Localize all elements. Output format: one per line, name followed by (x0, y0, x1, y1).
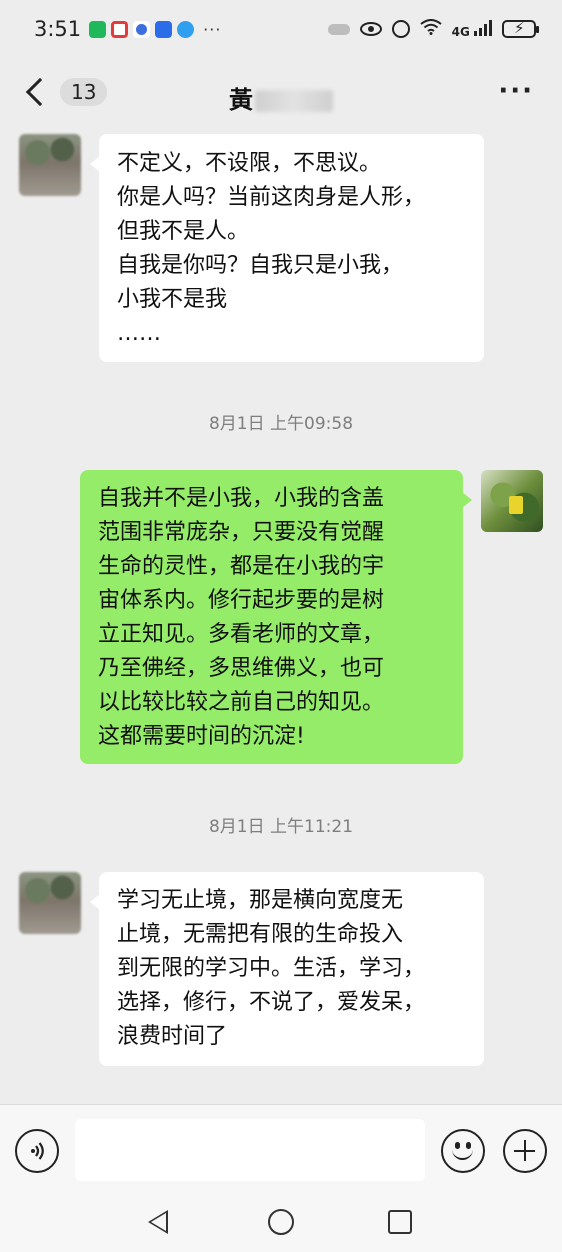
alarm-icon (391, 20, 410, 38)
my-avatar[interactable] (481, 470, 543, 532)
message-line: 立正知见。多看老师的文章， (98, 622, 385, 647)
more-notifications-icon: ··· (203, 19, 222, 39)
notification-icons: ··· (89, 20, 221, 39)
wechat-notification-icon (89, 20, 107, 38)
chat-menu-button[interactable]: ··· (498, 76, 534, 106)
contact-avatar[interactable] (19, 872, 81, 934)
nav-recents-icon[interactable] (388, 1210, 412, 1234)
system-status-icons: 4G ⚡ (327, 18, 539, 40)
message-timestamp: 8月1日 上午09:58 (208, 414, 354, 434)
emoji-button[interactable] (441, 1129, 485, 1173)
sent-message-bubble[interactable]: 自我并不是小我，小我的含盖 范围非常庞杂，只要没有觉醒 生命的灵性，都是在小我的… (80, 470, 472, 764)
message-line: 但我不是人。 (117, 219, 250, 244)
app-notification-icon (111, 20, 129, 38)
wifi-icon (419, 18, 442, 40)
message-line: 不定义，不设限，不思议。 (117, 151, 382, 176)
message-line: 浪费时间了 (117, 1024, 228, 1049)
shield-notification-icon (155, 20, 173, 38)
message-line: …… (117, 321, 161, 346)
message-line: 自我是你吗？自我只是小我， (117, 253, 404, 278)
message-line: 小我不是我 (117, 287, 228, 312)
app-notification-icon (177, 20, 195, 38)
received-message-bubble[interactable]: 不定义，不设限，不思议。 你是人吗？当前这肉身是人形， 但我不是人。 自我是你吗… (90, 134, 484, 362)
message-line: 生命的灵性，都是在小我的宇 (98, 554, 385, 579)
more-functions-button[interactable] (503, 1129, 547, 1173)
nav-home-icon[interactable] (268, 1209, 294, 1235)
message-line: 宙体系内。修行起步要的是树 (98, 588, 385, 613)
message-line: 乃至佛经，多思维佛义，也可 (98, 656, 385, 681)
nav-back-icon[interactable] (148, 1210, 168, 1234)
message-line: 范围非常庞杂，只要没有觉醒 (98, 520, 385, 545)
voice-input-button[interactable] (15, 1129, 59, 1173)
baidu-notification-icon (133, 20, 151, 38)
message-timestamp: 8月1日 上午11:21 (208, 817, 354, 837)
system-navigation-bar (0, 1194, 562, 1252)
pill-icon (327, 23, 350, 35)
signal-icon: 4G (452, 19, 492, 39)
chat-header: 13 黃 ··· (0, 58, 562, 133)
battery-charging-icon: ⚡ (502, 19, 539, 38)
message-line: 选择，修行，不说了，爱发呆， (117, 990, 426, 1015)
message-line: 学习无止境，那是横向宽度无 (117, 888, 404, 913)
message-line: 以比较比较之前自己的知见。 (98, 690, 385, 715)
message-line: 这都需要时间的沉淀! (98, 724, 305, 749)
message-input-bar (0, 1104, 562, 1194)
received-message-bubble[interactable]: 学习无止境，那是横向宽度无 止境，无需把有限的生命投入 到无限的学习中。生活，学… (90, 872, 484, 1066)
redacted-name (255, 90, 333, 112)
status-bar: 3:51 ··· 4G ⚡ (0, 0, 562, 58)
voice-icon (31, 1142, 44, 1160)
message-line: 你是人吗？当前这肉身是人形， (117, 185, 426, 210)
message-text-input[interactable] (75, 1119, 425, 1181)
message-line: 到无限的学习中。生活，学习， (117, 956, 426, 981)
message-line: 止境，无需把有限的生命投入 (117, 922, 404, 947)
message-line: 自我并不是小我，小我的含盖 (98, 486, 385, 511)
status-time: 3:51 (34, 17, 82, 41)
eye-comfort-icon (359, 22, 382, 36)
chat-title: 黃 (0, 80, 562, 115)
contact-avatar[interactable] (19, 134, 81, 196)
